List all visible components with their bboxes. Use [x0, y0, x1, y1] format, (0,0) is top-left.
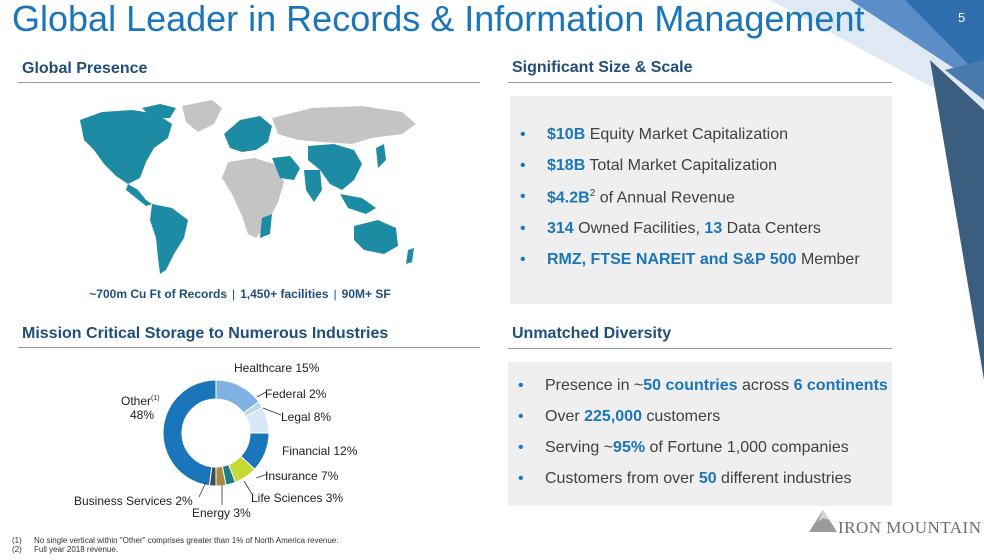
label-energy: Energy 3% — [192, 506, 251, 520]
stat-value: 95% — [613, 439, 646, 456]
bullet: • — [518, 377, 524, 394]
other-label-text: Other — [121, 394, 152, 408]
label-financial: Financial 12% — [282, 444, 358, 458]
item-text: customers — [641, 408, 721, 425]
footnote: (2) Full year 2018 revenue. — [12, 545, 338, 554]
bullet: • — [518, 408, 524, 425]
label-life-sciences: Life Sciences 3% — [251, 491, 344, 505]
item-text: different industries — [716, 470, 852, 487]
label-other: Other(1) — [121, 394, 160, 408]
diversity-heading: Unmatched Diversity — [512, 325, 672, 342]
footnote-number: (1) — [12, 536, 22, 545]
list-item: • Presence in ~50 countries across 6 cont… — [508, 377, 888, 395]
footnote: (1) No single vertical within "Other" com… — [12, 536, 338, 545]
item-text: Customers from over — [545, 470, 699, 487]
stat-value: 6 continents — [793, 377, 888, 394]
stat-value: 50 — [698, 470, 717, 487]
label-healthcare: Healthcare 15% — [234, 361, 320, 375]
footnote-ref: (1) — [151, 395, 160, 402]
mountain-logo-icon — [809, 510, 837, 532]
diversity-list: • Presence in ~50 countries across 6 cont… — [508, 377, 888, 488]
item-text: of Fortune 1,000 companies — [645, 439, 849, 456]
item-text: Serving ~ — [545, 439, 614, 456]
stat-value: 225,000 — [584, 408, 642, 425]
bullet: • — [518, 470, 524, 487]
item-text: Over — [545, 408, 585, 425]
company-logo-text: IRON MOUNTAIN — [838, 518, 982, 537]
donut-slice-other — [162, 379, 217, 487]
footnote-text: No single vertical within "Other" compri… — [34, 536, 339, 545]
footnote-text: Full year 2018 revenue. — [34, 545, 119, 554]
label-federal: Federal 2% — [265, 387, 327, 401]
stat-value: 50 countries — [643, 377, 738, 394]
divider — [508, 348, 892, 349]
footnote-number: (2) — [12, 545, 22, 554]
list-item: • Serving ~95% of Fortune 1,000 companies — [508, 439, 888, 457]
item-text: across — [737, 377, 794, 394]
bullet: • — [518, 439, 524, 456]
label-other-value: 48% — [130, 408, 155, 422]
label-legal: Legal 8% — [281, 410, 332, 424]
list-item: • Customers from over 50 different indust… — [508, 470, 888, 488]
item-text: Presence in ~ — [545, 377, 644, 394]
label-business-services: Business Services 2% — [74, 494, 193, 508]
list-item: • Over 225,000 customers — [508, 408, 888, 426]
footnotes: (1) No single vertical within "Other" com… — [12, 536, 338, 554]
label-insurance: Insurance 7% — [265, 469, 339, 483]
